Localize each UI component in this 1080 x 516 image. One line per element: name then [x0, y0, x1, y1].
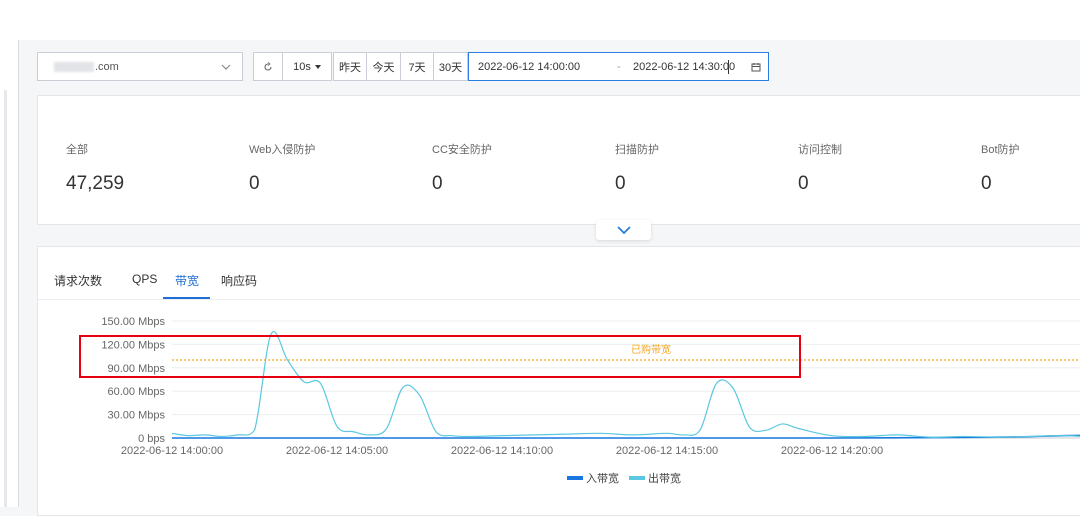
range-30days-button[interactable]: 30天 — [434, 52, 468, 81]
legend-inbound-label: 入带宽 — [586, 471, 619, 485]
stat-value: 0 — [432, 173, 443, 194]
chevron-down-icon — [616, 226, 631, 235]
y-tick-label: 30.00 Mbps — [108, 410, 166, 422]
range-today-button[interactable]: 今天 — [367, 52, 401, 81]
refresh-interval-select[interactable]: 10s — [283, 53, 331, 80]
redacted-domain — [54, 62, 94, 72]
tab-requests[interactable]: 请求次数 — [54, 272, 102, 289]
x-tick-label: 2022-06-12 14:20:00 — [781, 445, 883, 457]
refresh-icon — [264, 61, 272, 71]
refresh-button[interactable] — [254, 53, 283, 80]
active-tab-indicator — [163, 297, 210, 299]
chevron-down-icon — [221, 64, 231, 70]
expand-summary-button[interactable] — [596, 220, 651, 240]
x-tick-label: 2022-06-12 14:15:00 — [616, 445, 718, 457]
stat-label: CC安全防护 — [432, 144, 492, 156]
y-tick-label: 0 bps — [138, 433, 165, 445]
stat-value: 47,259 — [66, 173, 125, 194]
x-tick-label: 2022-06-12 14:05:00 — [286, 445, 388, 457]
stat-label: 扫描防护 — [615, 144, 659, 156]
purchased-bandwidth-label: 已购带宽 — [631, 343, 671, 356]
stat-value: 0 — [615, 173, 626, 194]
y-tick-label: 90.00 Mbps — [108, 363, 166, 375]
outbound-bandwidth-line — [171, 331, 1080, 438]
tab-qps[interactable]: QPS — [132, 272, 157, 286]
highlight-annotation-box — [79, 335, 801, 378]
protection-summary-card: 全部 47,259 Web入侵防护 0 CC安全防护 0 扫描防护 0 访问控制… — [37, 95, 1080, 225]
caret-down-icon — [314, 64, 321, 69]
y-tick-label: 150.00 Mbps — [101, 316, 165, 328]
auto-refresh-control: 10s — [253, 52, 332, 81]
domain-select-value: .com — [95, 61, 119, 73]
stat-label: Bot防护 — [981, 144, 1020, 156]
legend-outbound-label: 出带宽 — [648, 471, 681, 485]
x-tick-label: 2022-06-12 14:10:00 — [451, 445, 553, 457]
legend-outbound-swatch — [629, 476, 645, 480]
calendar-icon[interactable] — [751, 62, 761, 72]
refresh-interval-value: 10s — [293, 60, 311, 73]
text-cursor — [728, 60, 729, 74]
x-tick-label: 2022-06-12 14:00:00 — [121, 445, 223, 457]
top-bar — [0, 0, 1080, 40]
stat-value: 0 — [981, 173, 992, 194]
stat-label: Web入侵防护 — [249, 144, 316, 156]
stat-value: 0 — [249, 173, 260, 194]
range-yesterday-button[interactable]: 昨天 — [333, 52, 367, 81]
range-7days-button[interactable]: 7天 — [401, 52, 434, 81]
quick-range-group: 昨天 今天 7天 30天 — [333, 52, 468, 81]
y-tick-label: 120.00 Mbps — [101, 339, 165, 351]
tab-bandwidth[interactable]: 带宽 — [175, 272, 199, 289]
bandwidth-chart: 150.00 Mbps 120.00 Mbps 90.00 Mbps 60.00 Mb… — [79, 316, 1080, 485]
stat-label: 访问控制 — [798, 144, 842, 156]
domain-select[interactable]: .com — [37, 52, 243, 81]
stat-label: 全部 — [66, 144, 88, 156]
legend-inbound-swatch — [567, 476, 583, 480]
date-range-start[interactable]: 2022-06-12 14:00:00 — [478, 61, 580, 73]
metric-tabs: 请求次数 QPS 带宽 响应码 — [38, 247, 1080, 300]
y-tick-label: 60.00 Mbps — [108, 386, 166, 398]
stat-value: 0 — [798, 173, 809, 194]
date-range-separator: - — [617, 61, 621, 73]
tab-response-codes[interactable]: 响应码 — [221, 272, 257, 289]
date-range-picker[interactable]: 2022-06-12 14:00:00 - 2022-06-12 14:30:0… — [468, 52, 769, 81]
date-range-end[interactable]: 2022-06-12 14:30:00 — [633, 61, 735, 73]
